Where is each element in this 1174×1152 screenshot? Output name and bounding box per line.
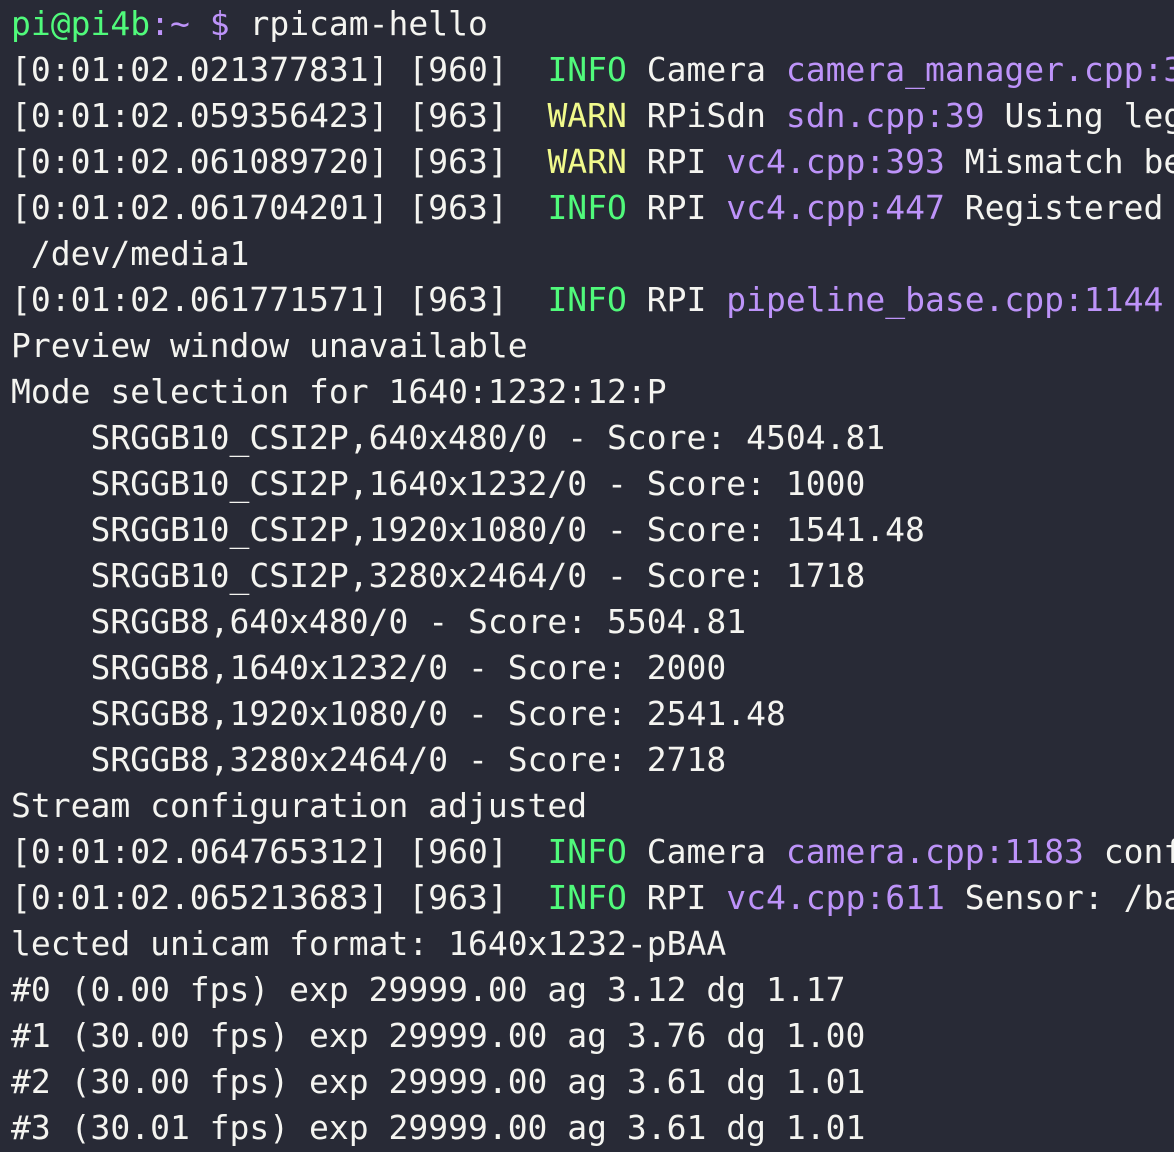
log-level: INFO (547, 280, 627, 319)
mode-line: SRGGB8,1640x1232/0 - Score: 2000 (11, 648, 727, 687)
log-source: camera_manager.cpp:3 (785, 50, 1174, 89)
log-prefix: [0:01:02.059356423] [963] (11, 96, 548, 135)
log-line: [0:01:02.061771571] [963] INFO RPI pipel… (11, 277, 1163, 323)
mode-line: SRGGB10_CSI2P,640x480/0 - Score: 4504.81 (11, 418, 886, 457)
log-prefix: [0:01:02.061704201] [963] (11, 188, 548, 227)
mode-line: SRGGB10_CSI2P,1920x1080/0 - Score: 1541.… (11, 510, 925, 549)
prompt-symbol: $ (209, 4, 230, 43)
wrapped-text: /dev/media1 (11, 234, 250, 273)
log-message: Sensor: /ba (964, 878, 1174, 917)
mode-line: SRGGB10_CSI2P,1640x1232/0 - Score: 1000 (11, 464, 866, 503)
frame-line: #0 (0.00 fps) exp 29999.00 ag 3.12 dg 1.… (11, 970, 846, 1009)
mode-line: SRGGB8,640x480/0 - Score: 5504.81 (11, 602, 747, 641)
prompt-separator: : (150, 4, 170, 43)
log-category: Camera (646, 50, 767, 89)
log-message: conf (1103, 832, 1174, 871)
log-level: INFO (547, 832, 627, 871)
log-line: [0:01:02.061089720] [963] WARN RPI vc4.c… (11, 139, 1174, 185)
log-category: RPI (646, 280, 707, 319)
log-source: pipeline_base.cpp:1144 (726, 280, 1164, 319)
log-line: [0:01:02.065213683] [963] INFO RPI vc4.c… (11, 875, 1174, 921)
mode-line: SRGGB8,3280x2464/0 - Score: 2718 (11, 740, 727, 779)
log-category: RPI (646, 878, 707, 917)
prompt-path: ~ (169, 4, 190, 43)
mode-line: SRGGB10_CSI2P,3280x2464/0 - Score: 1718 (11, 556, 866, 595)
log-line: [0:01:02.021377831] [960] INFO Camera ca… (11, 47, 1174, 93)
command-text: rpicam-hello (249, 4, 488, 43)
log-message: Registered (964, 188, 1164, 227)
frame-line: #2 (30.00 fps) exp 29999.00 ag 3.61 dg 1… (11, 1062, 866, 1101)
output-line: Stream configuration adjusted (11, 786, 588, 825)
log-source: camera.cpp:1183 (785, 832, 1084, 871)
log-level: INFO (547, 50, 627, 89)
log-message: Mismatch be (964, 142, 1174, 181)
log-level: WARN (547, 96, 627, 135)
log-category: RPiSdn (646, 96, 767, 135)
log-source: vc4.cpp:393 (726, 142, 945, 181)
mode-line: SRGGB8,1920x1080/0 - Score: 2541.48 (11, 694, 786, 733)
log-category: RPI (646, 188, 707, 227)
log-source: sdn.cpp:39 (785, 96, 985, 135)
log-prefix: [0:01:02.021377831] [960] (11, 50, 548, 89)
prompt-user-host: pi@pi4b (11, 4, 151, 43)
log-level: INFO (547, 188, 627, 227)
log-level: INFO (547, 878, 627, 917)
output-line: Mode selection for 1640:1232:12:P (11, 372, 667, 411)
terminal-window[interactable]: pi@pi4b:~ $ rpicam-hello [0:01:02.021377… (0, 0, 1174, 1152)
frame-line: #1 (30.00 fps) exp 29999.00 ag 3.76 dg 1… (11, 1016, 866, 1055)
log-category: Camera (646, 832, 767, 871)
log-line: [0:01:02.064765312] [960] INFO Camera ca… (11, 829, 1174, 875)
prompt-line: pi@pi4b:~ $ rpicam-hello (11, 1, 488, 47)
log-source: vc4.cpp:447 (726, 188, 945, 227)
frame-line: #3 (30.01 fps) exp 29999.00 ag 3.61 dg 1… (11, 1108, 866, 1147)
log-prefix: [0:01:02.061089720] [963] (11, 142, 548, 181)
log-prefix: [0:01:02.064765312] [960] (11, 832, 548, 871)
log-prefix: [0:01:02.065213683] [963] (11, 878, 548, 917)
log-prefix: [0:01:02.061771571] [963] (11, 280, 548, 319)
wrapped-text: lected unicam format: 1640x1232-pBAA (11, 924, 727, 963)
log-level: WARN (547, 142, 627, 181)
log-line: [0:01:02.059356423] [963] WARN RPiSdn sd… (11, 93, 1174, 139)
log-source: vc4.cpp:611 (726, 878, 945, 917)
log-category: RPI (646, 142, 707, 181)
log-line: [0:01:02.061704201] [963] INFO RPI vc4.c… (11, 185, 1163, 231)
log-message: Using leg (1004, 96, 1174, 135)
output-line: Preview window unavailable (11, 326, 528, 365)
